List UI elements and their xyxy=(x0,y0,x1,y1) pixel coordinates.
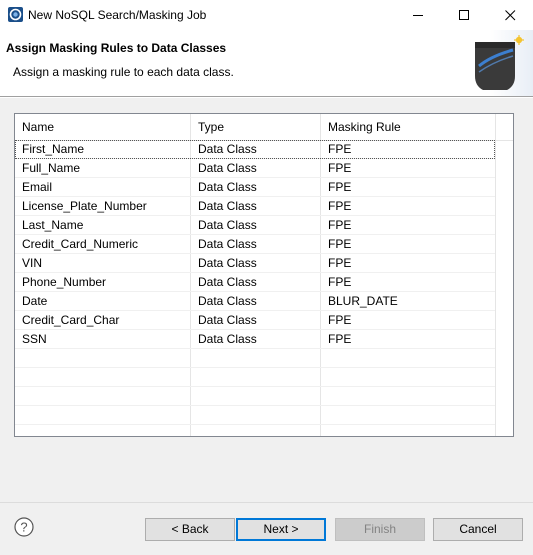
cancel-button[interactable]: Cancel xyxy=(433,518,523,541)
cell-type: Data Class xyxy=(198,275,257,289)
cell-name: Full_Name xyxy=(22,161,81,175)
cell-masking-rule[interactable]: BLUR_DATE xyxy=(321,292,495,311)
cell-name: First_Name xyxy=(22,142,85,156)
table-row-empty xyxy=(15,368,495,387)
column-header-type[interactable]: Type xyxy=(191,114,321,140)
table-row-empty xyxy=(15,406,495,425)
table-row[interactable]: Last_Name Data Class FPE xyxy=(15,216,495,235)
minimize-button[interactable] xyxy=(395,0,441,30)
minimize-icon xyxy=(412,14,423,16)
cell-masking-rule[interactable]: FPE xyxy=(321,311,495,330)
cell-name: Date xyxy=(22,294,48,308)
table-row[interactable]: Email Data Class FPE xyxy=(15,178,495,197)
maximize-icon xyxy=(458,9,469,20)
cell-type: Data Class xyxy=(198,161,257,175)
cell-name: Phone_Number xyxy=(22,275,107,289)
next-button[interactable]: Next > xyxy=(236,518,326,541)
table-header: Name Type Masking Rule xyxy=(15,114,513,141)
maximize-button[interactable] xyxy=(441,0,487,30)
banner-divider-highlight xyxy=(0,97,533,98)
cell-name: Credit_Card_Char xyxy=(22,313,120,327)
table-row[interactable]: License_Plate_Number Data Class FPE xyxy=(15,197,495,216)
svg-text:?: ? xyxy=(20,520,27,535)
cell-masking-rule[interactable]: FPE xyxy=(321,178,495,197)
cell-name: SSN xyxy=(22,332,47,346)
cell-type: Data Class xyxy=(198,218,257,232)
app-logo-icon xyxy=(8,7,23,22)
cell-type: Data Class xyxy=(198,142,257,156)
cell-type: Data Class xyxy=(198,180,257,194)
close-icon xyxy=(504,9,515,20)
cell-name: License_Plate_Number xyxy=(22,199,147,213)
cell-type: Data Class xyxy=(198,256,257,270)
cell-masking-rule[interactable]: FPE xyxy=(321,140,495,159)
cell-masking-rule[interactable]: FPE xyxy=(321,216,495,235)
cell-masking-rule[interactable]: FPE xyxy=(321,159,495,178)
cell-masking-rule[interactable]: FPE xyxy=(321,254,495,273)
cell-type: Data Class xyxy=(198,199,257,213)
cell-masking-rule[interactable]: FPE xyxy=(321,330,495,349)
column-header-masking-rule[interactable]: Masking Rule xyxy=(321,114,495,140)
page-title: Assign Masking Rules to Data Classes xyxy=(6,41,227,55)
wizard-banner: Assign Masking Rules to Data Classes Ass… xyxy=(0,30,533,96)
wizard-banner-icon xyxy=(461,30,533,96)
cell-name: Credit_Card_Numeric xyxy=(22,237,139,251)
table-row[interactable]: Date Data Class BLUR_DATE xyxy=(15,292,495,311)
title-bar: New NoSQL Search/Masking Job xyxy=(0,0,533,30)
help-icon[interactable]: ? xyxy=(14,517,34,537)
table-row[interactable]: First_Name Data Class FPE xyxy=(15,140,495,159)
column-header-name[interactable]: Name xyxy=(15,114,191,140)
table-row[interactable]: Credit_Card_Numeric Data Class FPE xyxy=(15,235,495,254)
table-row-empty xyxy=(15,349,495,368)
table-row-empty xyxy=(15,387,495,406)
table-row[interactable]: Full_Name Data Class FPE xyxy=(15,159,495,178)
cell-type: Data Class xyxy=(198,237,257,251)
button-bar-divider xyxy=(0,502,533,503)
cell-type: Data Class xyxy=(198,313,257,327)
cell-name: VIN xyxy=(22,256,43,270)
finish-button[interactable]: Finish xyxy=(335,518,425,541)
back-button[interactable]: < Back xyxy=(145,518,235,541)
table-row[interactable]: SSN Data Class FPE xyxy=(15,330,495,349)
cell-name: Email xyxy=(22,180,53,194)
cell-type: Data Class xyxy=(198,294,257,308)
cell-masking-rule[interactable]: FPE xyxy=(321,197,495,216)
table-row[interactable]: Credit_Card_Char Data Class FPE xyxy=(15,311,495,330)
column-divider[interactable] xyxy=(495,114,496,436)
cell-masking-rule[interactable]: FPE xyxy=(321,273,495,292)
table-row[interactable]: VIN Data Class FPE xyxy=(15,254,495,273)
window-title: New NoSQL Search/Masking Job xyxy=(28,8,207,22)
close-button[interactable] xyxy=(487,0,533,30)
cell-type: Data Class xyxy=(198,332,257,346)
table-row[interactable]: Phone_Number Data Class FPE xyxy=(15,273,495,292)
cell-name: Last_Name xyxy=(22,218,84,232)
page-description: Assign a masking rule to each data class… xyxy=(13,65,234,79)
masking-rules-table[interactable]: Name Type Masking Rule First_Name Data Cl… xyxy=(14,113,514,437)
cell-masking-rule[interactable]: FPE xyxy=(321,235,495,254)
